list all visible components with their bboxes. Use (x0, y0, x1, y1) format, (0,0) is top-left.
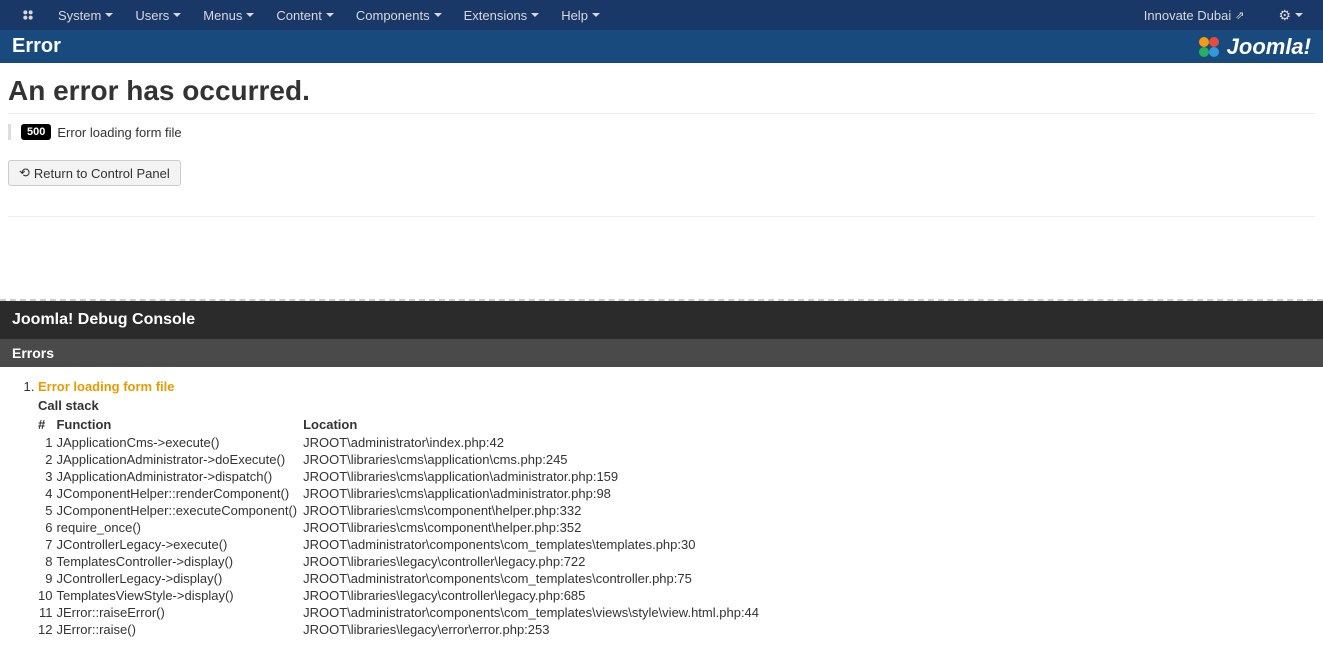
stack-function: JApplicationAdministrator->dispatch() (56, 468, 303, 485)
chevron-down-icon (531, 13, 539, 17)
chevron-down-icon (326, 13, 334, 17)
stack-function: JControllerLegacy->execute() (56, 536, 303, 553)
stack-num: 2 (38, 451, 56, 468)
debug-section-errors[interactable]: Errors (0, 339, 1323, 367)
nav-system[interactable]: System (48, 2, 123, 29)
error-message-row: 500 Error loading form file (8, 124, 1315, 140)
chevron-down-icon (173, 13, 181, 17)
stack-row: 8TemplatesController->display()JROOT\lib… (38, 553, 765, 570)
stack-row: 9JControllerLegacy->display()JROOT\admin… (38, 570, 765, 587)
debug-error-item: Error loading form file Call stack # Fun… (38, 379, 1305, 638)
stack-num: 6 (38, 519, 56, 536)
joomla-logo[interactable]: Joomla! (1197, 34, 1311, 60)
stack-location: JROOT\libraries\legacy\controller\legacy… (303, 553, 765, 570)
debug-body: Error loading form file Call stack # Fun… (0, 367, 1323, 650)
stack-row: 2JApplicationAdministrator->doExecute()J… (38, 451, 765, 468)
stack-row: 6require_once()JROOT\libraries\cms\compo… (38, 519, 765, 536)
stack-function: require_once() (56, 519, 303, 536)
debug-console-title: Joomla! Debug Console (0, 301, 1323, 339)
gear-icon: ⚙ (1278, 7, 1291, 24)
nav-help[interactable]: Help (551, 2, 610, 29)
top-navbar: System Users Menus Content Components Ex… (0, 0, 1323, 30)
nav-components[interactable]: Components (346, 2, 452, 29)
stack-location: JROOT\libraries\cms\component\helper.php… (303, 519, 765, 536)
stack-location: JROOT\administrator\index.php:42 (303, 434, 765, 451)
stack-location: JROOT\administrator\components\com_templ… (303, 604, 765, 621)
chevron-down-icon (434, 13, 442, 17)
chevron-down-icon (246, 13, 254, 17)
stack-location: JROOT\libraries\legacy\controller\legacy… (303, 587, 765, 604)
stack-num: 7 (38, 536, 56, 553)
nav-left: System Users Menus Content Components Ex… (10, 1, 610, 29)
col-num: # (38, 415, 56, 434)
stack-function: JApplicationAdministrator->doExecute() (56, 451, 303, 468)
col-location: Location (303, 415, 765, 434)
stack-row: 7JControllerLegacy->execute()JROOT\admin… (38, 536, 765, 553)
stack-location: JROOT\administrator\components\com_templ… (303, 536, 765, 553)
settings-menu[interactable]: ⚙ (1268, 1, 1313, 30)
stack-num: 12 (38, 621, 56, 638)
callstack-label: Call stack (38, 398, 1305, 413)
chevron-down-icon (105, 13, 113, 17)
divider (8, 216, 1315, 217)
stack-num: 5 (38, 502, 56, 519)
nav-users[interactable]: Users (125, 2, 191, 29)
stack-function: JControllerLegacy->display() (56, 570, 303, 587)
stack-location: JROOT\libraries\cms\component\helper.php… (303, 502, 765, 519)
stack-location: JROOT\libraries\legacy\error\error.php:2… (303, 621, 765, 638)
stack-row: 10TemplatesViewStyle->display()JROOT\lib… (38, 587, 765, 604)
stack-row: 5JComponentHelper::executeComponent()JRO… (38, 502, 765, 519)
stack-num: 1 (38, 434, 56, 451)
brand-text: Joomla! (1227, 34, 1311, 60)
stack-num: 9 (38, 570, 56, 587)
stack-num: 4 (38, 485, 56, 502)
chevron-down-icon (592, 13, 600, 17)
error-message-text: Error loading form file (57, 125, 181, 140)
chevron-down-icon (1295, 13, 1303, 17)
stack-location: JROOT\libraries\cms\application\administ… (303, 468, 765, 485)
stack-num: 11 (38, 604, 56, 621)
callstack-table: # Function Location 1JApplicationCms->ex… (38, 415, 765, 638)
error-code-badge: 500 (21, 124, 51, 140)
site-link[interactable]: Innovate Dubai ⇗ (1134, 2, 1255, 29)
return-button[interactable]: ⟲ Return to Control Panel (8, 160, 181, 186)
stack-row: 12JError::raise()JROOT\libraries\legacy\… (38, 621, 765, 638)
joomla-icon (1197, 35, 1221, 59)
stack-function: JApplicationCms->execute() (56, 434, 303, 451)
stack-function: JComponentHelper::executeComponent() (56, 502, 303, 519)
stack-location: JROOT\administrator\components\com_templ… (303, 570, 765, 587)
stack-location: JROOT\libraries\cms\application\cms.php:… (303, 451, 765, 468)
nav-extensions[interactable]: Extensions (454, 2, 550, 29)
nav-menus[interactable]: Menus (193, 2, 264, 29)
header-bar: Error Joomla! (0, 30, 1323, 63)
stack-function: TemplatesViewStyle->display() (56, 587, 303, 604)
stack-function: TemplatesController->display() (56, 553, 303, 570)
col-function: Function (56, 415, 303, 434)
external-link-icon: ⇗ (1235, 9, 1244, 22)
stack-row: 4JComponentHelper::renderComponent()JROO… (38, 485, 765, 502)
stack-row: 1JApplicationCms->execute()JROOT\adminis… (38, 434, 765, 451)
page-title: Error (12, 35, 61, 58)
stack-num: 8 (38, 553, 56, 570)
stack-row: 3JApplicationAdministrator->dispatch()JR… (38, 468, 765, 485)
stack-num: 3 (38, 468, 56, 485)
debug-error-link[interactable]: Error loading form file (38, 379, 175, 394)
stack-function: JComponentHelper::renderComponent() (56, 485, 303, 502)
stack-location: JROOT\libraries\cms\application\administ… (303, 485, 765, 502)
nav-content[interactable]: Content (266, 2, 344, 29)
stack-num: 10 (38, 587, 56, 604)
stack-function: JError::raise() (56, 621, 303, 638)
error-heading: An error has occurred. (8, 75, 1315, 114)
stack-row: 11JError::raiseError()JROOT\administrato… (38, 604, 765, 621)
nav-right: Innovate Dubai ⇗ ⚙ (1134, 1, 1313, 30)
joomla-menu-icon[interactable] (10, 1, 46, 29)
content-area: An error has occurred. 500 Error loading… (0, 63, 1323, 229)
arrow-left-icon: ⟲ (19, 165, 30, 181)
stack-function: JError::raiseError() (56, 604, 303, 621)
